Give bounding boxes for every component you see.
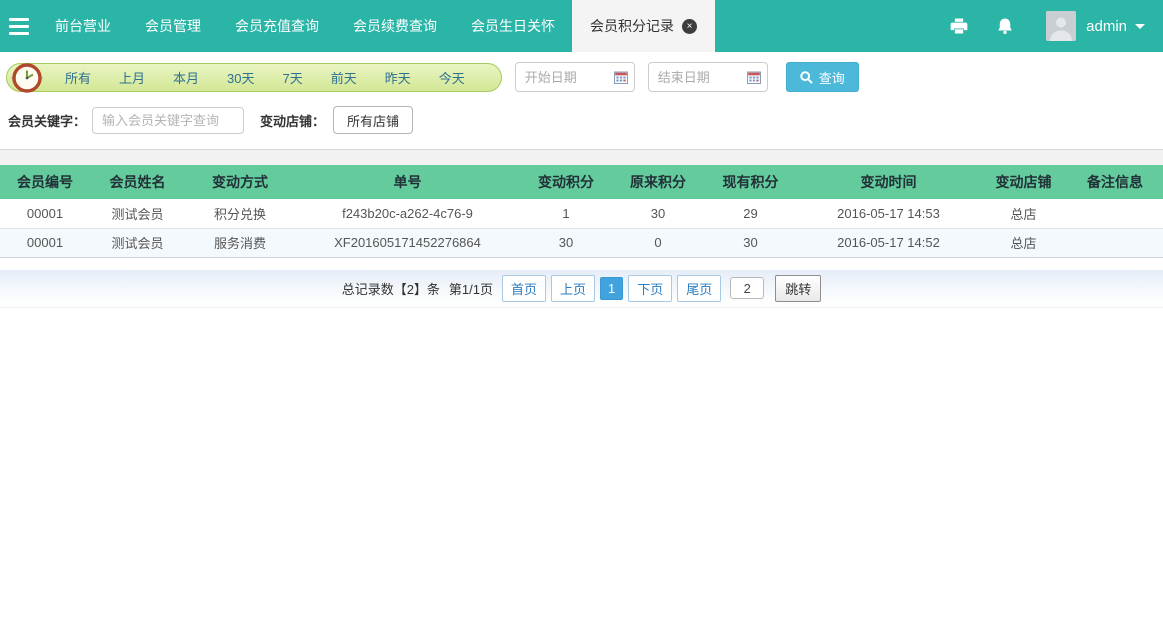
col-change-time: 变动时间 xyxy=(797,165,980,199)
cell-remarks xyxy=(1067,228,1163,257)
chevron-down-icon[interactable] xyxy=(1135,24,1145,29)
col-member-name: 会员姓名 xyxy=(90,165,185,199)
col-change-type: 变动方式 xyxy=(185,165,295,199)
last-page-button[interactable]: 尾页 xyxy=(677,275,721,302)
store-label: 变动店铺： xyxy=(260,111,325,130)
cell-member-id: 00001 xyxy=(0,228,90,257)
keyword-filter-row: 会员关键字： 变动店铺： 所有店铺 xyxy=(8,106,1163,134)
cell-change-store: 总店 xyxy=(980,228,1067,257)
avatar[interactable] xyxy=(1046,11,1076,41)
cell-change-points: 30 xyxy=(520,228,612,257)
next-page-button[interactable]: 下页 xyxy=(628,275,672,302)
nav-item-member-management[interactable]: 会员管理 xyxy=(128,0,218,52)
cell-original-points: 0 xyxy=(612,228,704,257)
nav-item-renewal-query[interactable]: 会员续费查询 xyxy=(336,0,454,52)
prev-page-button[interactable]: 上页 xyxy=(551,275,595,302)
col-change-store: 变动店铺 xyxy=(980,165,1067,199)
username[interactable]: admin xyxy=(1086,18,1127,35)
cell-member-id: 00001 xyxy=(0,199,90,228)
cell-member-name: 测试会员 xyxy=(90,199,185,228)
page-indicator: 第1/1页 xyxy=(449,279,493,298)
calendar-icon[interactable] xyxy=(747,71,761,89)
cell-current-points: 30 xyxy=(704,228,797,257)
jump-page-input[interactable] xyxy=(730,277,764,299)
member-keyword-input[interactable] xyxy=(92,107,244,134)
col-change-points: 变动积分 xyxy=(520,165,612,199)
first-page-button[interactable]: 首页 xyxy=(502,275,546,302)
cell-order-no: XF201605171452276864 xyxy=(295,228,520,257)
col-member-id: 会员编号 xyxy=(0,165,90,199)
cell-change-type: 积分兑换 xyxy=(185,199,295,228)
print-icon[interactable] xyxy=(936,16,982,36)
menu-icon[interactable] xyxy=(0,0,38,52)
store-select-button[interactable]: 所有店铺 xyxy=(333,106,413,134)
range-last-month[interactable]: 上月 xyxy=(105,68,159,87)
cell-member-name: 测试会员 xyxy=(90,228,185,257)
tab-label: 会员积分记录 xyxy=(590,16,674,36)
tab-member-points-record[interactable]: 会员积分记录 × xyxy=(572,0,715,52)
nav-item-recharge-query[interactable]: 会员充值查询 xyxy=(218,0,336,52)
clock-icon xyxy=(10,61,44,95)
cell-change-time: 2016-05-17 14:52 xyxy=(797,228,980,257)
cell-original-points: 30 xyxy=(612,199,704,228)
col-original-points: 原来积分 xyxy=(612,165,704,199)
keyword-label: 会员关键字： xyxy=(8,111,86,130)
cell-change-type: 服务消费 xyxy=(185,228,295,257)
col-current-points: 现有积分 xyxy=(704,165,797,199)
nav-item-birthday-care[interactable]: 会员生日关怀 xyxy=(454,0,572,52)
range-7-days[interactable]: 7天 xyxy=(269,68,317,87)
search-icon xyxy=(800,71,813,84)
end-date-field xyxy=(648,62,768,92)
calendar-icon[interactable] xyxy=(614,71,628,89)
quick-date-filter: 所有 上月 本月 30天 7天 前天 昨天 今天 xyxy=(6,63,502,92)
range-yesterday[interactable]: 昨天 xyxy=(371,68,425,87)
table-row[interactable]: 00001 测试会员 积分兑换 f243b20c-a262-4c76-9 1 3… xyxy=(0,199,1163,228)
search-button[interactable]: 查询 xyxy=(786,62,859,92)
app: 前台营业 会员管理 会员充值查询 会员续费查询 会员生日关怀 会员积分记录 × xyxy=(0,0,1163,308)
range-today[interactable]: 今天 xyxy=(425,68,479,87)
range-all[interactable]: 所有 xyxy=(51,68,105,87)
col-order-no: 单号 xyxy=(295,165,520,199)
range-30-days[interactable]: 30天 xyxy=(213,68,268,87)
jump-button[interactable]: 跳转 xyxy=(775,275,821,302)
table-header-row: 会员编号 会员姓名 变动方式 单号 变动积分 原来积分 现有积分 变动时间 变动… xyxy=(0,165,1163,199)
col-remarks: 备注信息 xyxy=(1067,165,1163,199)
cell-order-no: f243b20c-a262-4c76-9 xyxy=(295,199,520,228)
current-page-button[interactable]: 1 xyxy=(600,277,623,300)
top-navbar: 前台营业 会员管理 会员充值查询 会员续费查询 会员生日关怀 会员积分记录 × xyxy=(0,0,1163,52)
record-count: 总记录数【2】条 xyxy=(342,279,440,298)
search-button-label: 查询 xyxy=(819,68,845,87)
cell-change-time: 2016-05-17 14:53 xyxy=(797,199,980,228)
range-day-before-yesterday[interactable]: 前天 xyxy=(317,68,371,87)
close-icon[interactable]: × xyxy=(682,19,697,34)
navbar-right: admin xyxy=(936,0,1163,52)
cell-remarks xyxy=(1067,199,1163,228)
range-this-month[interactable]: 本月 xyxy=(159,68,213,87)
points-record-table: 会员编号 会员姓名 变动方式 单号 变动积分 原来积分 现有积分 变动时间 变动… xyxy=(0,165,1163,258)
nav-item-front-desk[interactable]: 前台营业 xyxy=(38,0,128,52)
cell-current-points: 29 xyxy=(704,199,797,228)
cell-change-store: 总店 xyxy=(980,199,1067,228)
date-filter-row: 所有 上月 本月 30天 7天 前天 昨天 今天 xyxy=(6,61,1163,93)
pagination-bar: 总记录数【2】条 第1/1页 首页 上页 1 下页 尾页 跳转 xyxy=(0,270,1163,308)
start-date-field xyxy=(515,62,635,92)
cell-change-points: 1 xyxy=(520,199,612,228)
notifications-bell-icon[interactable] xyxy=(982,16,1028,36)
separator-band xyxy=(0,149,1163,165)
table-row[interactable]: 00001 测试会员 服务消费 XF201605171452276864 30 … xyxy=(0,228,1163,257)
